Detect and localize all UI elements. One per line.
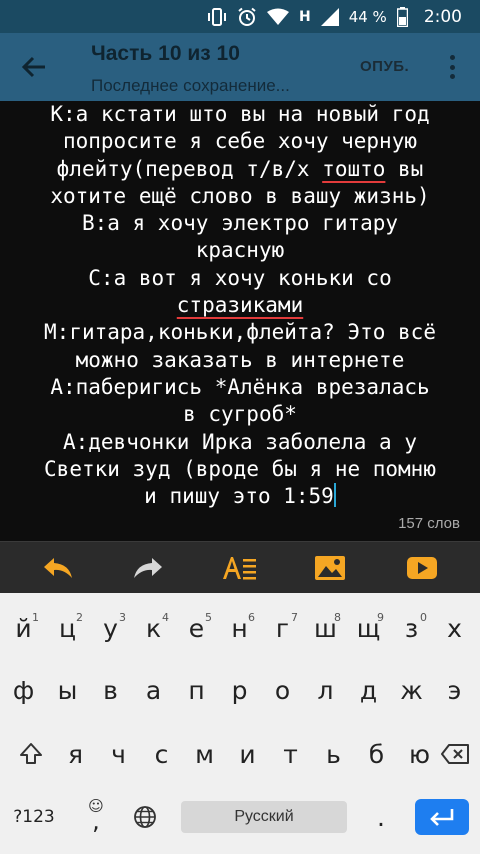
status-bar: H 44 % 2:00 bbox=[0, 0, 480, 33]
word-count: 157 слов bbox=[398, 515, 460, 532]
text-line: В:а я хочу электро гитару bbox=[81, 211, 399, 236]
text-line: красную bbox=[195, 238, 285, 263]
shift-key[interactable] bbox=[6, 729, 56, 779]
backspace-icon bbox=[441, 744, 469, 764]
key[interactable]: р bbox=[218, 665, 261, 715]
key[interactable]: ж bbox=[390, 665, 433, 715]
key[interactable]: к4 bbox=[132, 603, 175, 653]
more-options-button[interactable] bbox=[440, 51, 464, 83]
key[interactable]: с bbox=[140, 729, 183, 779]
language-key[interactable] bbox=[124, 793, 166, 841]
insert-image-button[interactable] bbox=[310, 552, 350, 584]
redo-button[interactable] bbox=[128, 552, 168, 584]
vibrate-icon bbox=[207, 7, 227, 26]
more-dot-icon bbox=[449, 64, 455, 70]
wifi-icon bbox=[266, 8, 289, 26]
key[interactable]: ь bbox=[312, 729, 355, 779]
image-icon bbox=[315, 556, 345, 580]
text-line: попросите я себе хочу черную bbox=[62, 129, 417, 154]
video-icon bbox=[407, 557, 437, 579]
undo-button[interactable] bbox=[38, 552, 78, 584]
key[interactable]: г7 bbox=[261, 603, 304, 653]
key[interactable]: з0 bbox=[390, 603, 433, 653]
key[interactable]: д bbox=[347, 665, 390, 715]
text-cursor bbox=[333, 483, 336, 508]
key[interactable]: ф bbox=[2, 665, 45, 715]
enter-key[interactable] bbox=[415, 799, 469, 835]
key[interactable]: щ9 bbox=[347, 603, 390, 653]
save-status: Последнее сохранение... bbox=[91, 76, 290, 95]
key[interactable]: н6 bbox=[218, 603, 261, 653]
key[interactable]: е5 bbox=[175, 603, 218, 653]
clock: 2:00 bbox=[423, 6, 462, 27]
spellcheck-word[interactable]: тошто bbox=[322, 157, 385, 181]
key[interactable]: й1 bbox=[2, 603, 45, 653]
page-title: Часть 10 из 10 bbox=[91, 42, 240, 65]
period-key[interactable]: . bbox=[360, 793, 402, 841]
key[interactable]: п bbox=[175, 665, 218, 715]
key[interactable]: ш8 bbox=[304, 603, 347, 653]
text-line: С:а вот я хочу коньки со bbox=[88, 265, 392, 290]
text-line: А:паберигись *Алёнка врезалась bbox=[50, 374, 430, 399]
text-format-icon bbox=[223, 557, 256, 580]
text-line: А:девчонки Ирка заболела а у bbox=[62, 429, 417, 454]
key[interactable]: м bbox=[183, 729, 226, 779]
key[interactable]: у3 bbox=[89, 603, 132, 653]
battery-percent: 44 % bbox=[348, 7, 387, 26]
redo-icon bbox=[134, 558, 162, 578]
network-type: H bbox=[298, 8, 311, 25]
key[interactable]: и bbox=[226, 729, 269, 779]
text-line: флейту(перевод т/в/х тошто вы bbox=[56, 156, 424, 181]
text-line: М:гитара,коньки,флейта? Это всё bbox=[44, 320, 436, 345]
insert-video-button[interactable] bbox=[402, 552, 442, 584]
key[interactable]: в bbox=[89, 665, 132, 715]
enter-icon bbox=[430, 809, 454, 826]
text-line: в сугроб* bbox=[183, 402, 297, 427]
key[interactable]: о bbox=[261, 665, 304, 715]
battery-icon bbox=[396, 6, 408, 27]
key[interactable]: ы bbox=[46, 665, 89, 715]
key[interactable]: э bbox=[433, 665, 476, 715]
alarm-icon bbox=[237, 7, 257, 27]
app-bar: Часть 10 из 10 Последнее сохранение... О… bbox=[0, 33, 480, 101]
key[interactable]: ч bbox=[97, 729, 140, 779]
editor-text[interactable]: К:а кстати што вы на новый год попросите… bbox=[8, 101, 472, 510]
globe-icon bbox=[134, 806, 156, 828]
text-line: хотите ещё слово в вашу жизнь) bbox=[50, 183, 430, 208]
undo-icon bbox=[44, 558, 72, 578]
symbols-key[interactable]: ?123 bbox=[6, 793, 62, 841]
text-line: стразиками bbox=[8, 292, 472, 319]
key[interactable]: а bbox=[132, 665, 175, 715]
key[interactable]: б bbox=[355, 729, 398, 779]
publish-button[interactable]: ОПУБ. bbox=[360, 58, 409, 75]
back-button[interactable] bbox=[16, 49, 52, 85]
emoji-comma-key[interactable]: ☺ , bbox=[76, 793, 116, 841]
story-editor[interactable]: К:а кстати што вы на новый год попросите… bbox=[0, 101, 480, 541]
text-line: и пишу это 1:59 bbox=[144, 483, 336, 509]
key[interactable]: х bbox=[433, 603, 476, 653]
text-line: К:а кстати што вы на новый год bbox=[50, 102, 430, 126]
text-line: Светки зуд (вроде бы я не помню bbox=[44, 456, 436, 481]
signal-icon bbox=[320, 7, 339, 26]
key[interactable]: т bbox=[269, 729, 312, 779]
key[interactable]: я bbox=[54, 729, 97, 779]
arrow-left-icon bbox=[21, 56, 45, 78]
soft-keyboard: й1 ц2 у3 к4 е5 н6 г7 ш8 щ9 з0 х ф ы в а … bbox=[0, 593, 480, 854]
text-line: можно заказать в интернете bbox=[75, 347, 405, 372]
more-dot-icon bbox=[449, 74, 455, 79]
more-dot-icon bbox=[449, 55, 455, 60]
spellcheck-word[interactable]: стразиками bbox=[177, 293, 303, 317]
backspace-key[interactable] bbox=[434, 729, 476, 779]
format-toolbar bbox=[0, 541, 480, 593]
key[interactable]: ц2 bbox=[46, 603, 89, 653]
key[interactable]: л bbox=[304, 665, 347, 715]
shift-icon bbox=[20, 743, 42, 764]
text-format-button[interactable] bbox=[220, 552, 260, 584]
space-key[interactable]: Русский bbox=[181, 801, 347, 833]
